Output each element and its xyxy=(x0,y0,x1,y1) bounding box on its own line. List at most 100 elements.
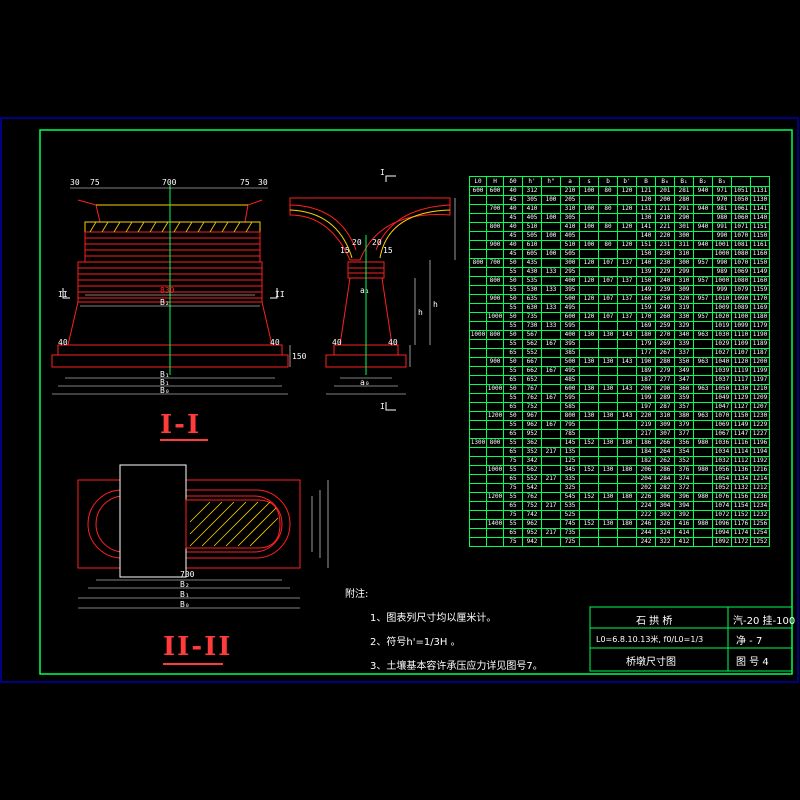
table-cell: 1254 xyxy=(750,528,770,538)
table-cell: 762 xyxy=(522,393,542,403)
table-cell: 400 xyxy=(560,276,580,286)
table-cell xyxy=(617,339,637,349)
table-cell: 290 xyxy=(674,213,694,223)
table-cell xyxy=(617,393,637,403)
table-cell xyxy=(598,528,618,538)
table-header-cell: B₂ xyxy=(693,176,713,187)
table-cell: 200 xyxy=(636,384,656,394)
table-header-cell xyxy=(731,176,751,187)
table-cell: 120 xyxy=(579,276,599,286)
table-cell: 752 xyxy=(522,402,542,412)
table-cell: 725 xyxy=(560,537,580,547)
table-cell xyxy=(579,348,599,358)
table-cell xyxy=(579,402,599,412)
table-row: 1000 50 767 600 130 130 143 200 290 360 963 1050 113… xyxy=(469,384,770,394)
table-cell: 1010 xyxy=(712,294,732,304)
table-cell: 374 xyxy=(674,474,694,484)
table-cell: 1009 xyxy=(712,303,732,313)
table-row: 800 40 510 410 100 80 120 141 221 301 940 991 1071 11… xyxy=(469,222,770,232)
table-cell: 224 xyxy=(636,501,656,511)
table-cell: 1207 xyxy=(750,402,770,412)
table-cell: 75 xyxy=(503,537,523,547)
table-cell: 1169 xyxy=(750,303,770,313)
table-cell: 963 xyxy=(693,384,713,394)
table-cell: 1134 xyxy=(731,474,751,484)
table-cell: 662 xyxy=(522,366,542,376)
table-cell: 1236 xyxy=(750,492,770,502)
table-cell: 80 xyxy=(598,222,618,232)
table-cell xyxy=(693,348,713,358)
table-header-cell: h' xyxy=(522,176,542,187)
table-cell: 1159 xyxy=(750,285,770,295)
table-cell xyxy=(541,294,561,304)
table-cell xyxy=(579,420,599,430)
table-cell: 730 xyxy=(522,321,542,331)
table-cell xyxy=(579,447,599,457)
table-cell: 600 xyxy=(560,384,580,394)
table-cell xyxy=(693,213,713,223)
table-cell xyxy=(579,510,599,520)
table-cell: 246 xyxy=(636,519,656,529)
table-cell xyxy=(693,321,713,331)
table-cell: 201 xyxy=(655,186,675,196)
table-cell: 310 xyxy=(560,204,580,214)
dim-40-right: 40 xyxy=(270,338,280,347)
table-cell: 900 xyxy=(486,294,504,304)
table-cell: 1074 xyxy=(712,501,732,511)
table-cell: 143 xyxy=(617,330,637,340)
table-cell: 1300 xyxy=(469,438,487,448)
table-cell: 222 xyxy=(636,510,656,520)
table-cell: 1000 xyxy=(486,312,504,322)
table-cell xyxy=(693,501,713,511)
table-cell: 206 xyxy=(636,465,656,475)
table-cell: 280 xyxy=(674,195,694,205)
table-cell: 1107 xyxy=(731,348,751,358)
table-cell xyxy=(541,384,561,394)
table-cell xyxy=(598,456,618,466)
table-cell: 495 xyxy=(560,303,580,313)
tb-clear: 净 - 7 xyxy=(736,636,763,647)
table-cell: 952 xyxy=(522,429,542,439)
table-cell: 800 xyxy=(486,276,504,286)
table-cell: 630 xyxy=(522,303,542,313)
table-cell: 150 xyxy=(636,276,656,286)
table-cell: 45 xyxy=(503,195,523,205)
table-cell: 585 xyxy=(560,402,580,412)
table-cell: 130 xyxy=(579,330,599,340)
table-cell xyxy=(693,195,713,205)
table-cell xyxy=(486,420,504,430)
table-cell: 80 xyxy=(598,240,618,250)
dim-b0: B₀ xyxy=(160,386,170,395)
table-cell xyxy=(598,429,618,439)
table-cell: 435 xyxy=(522,258,542,268)
table-row: 65 552 385 177 267 337 1027 1107 1187 xyxy=(469,348,770,358)
table-cell xyxy=(469,492,487,502)
table-cell: 130 xyxy=(598,492,618,502)
table-cell: 552 xyxy=(522,474,542,484)
table-cell: 217 xyxy=(636,429,656,439)
table-cell xyxy=(598,366,618,376)
table-cell: 1192 xyxy=(750,456,770,466)
table-cell xyxy=(617,510,637,520)
table-cell: 197 xyxy=(636,402,656,412)
plan-dim-b1: B₁ xyxy=(180,590,190,599)
table-cell: 345 xyxy=(560,465,580,475)
table-cell: 952 xyxy=(522,528,542,538)
table-cell xyxy=(469,456,487,466)
dim-15-a: 15 xyxy=(340,246,350,255)
table-row: 75 742 525 222 302 392 1072 1152 1232 xyxy=(469,510,770,520)
table-cell: 785 xyxy=(560,429,580,439)
table-cell: 80 xyxy=(598,204,618,214)
plan-dim-b2: B₂ xyxy=(180,580,190,589)
table-cell xyxy=(486,249,504,259)
table-cell: 250 xyxy=(655,294,675,304)
table-cell xyxy=(693,429,713,439)
table-cell xyxy=(541,258,561,268)
table-cell: 1130 xyxy=(750,195,770,205)
table-cell: 600 xyxy=(560,312,580,322)
table-cell: 135 xyxy=(560,447,580,457)
table-cell: 107 xyxy=(598,294,618,304)
table-cell: 65 xyxy=(503,429,523,439)
table-cell xyxy=(617,195,637,205)
table-cell: 942 xyxy=(522,537,542,547)
